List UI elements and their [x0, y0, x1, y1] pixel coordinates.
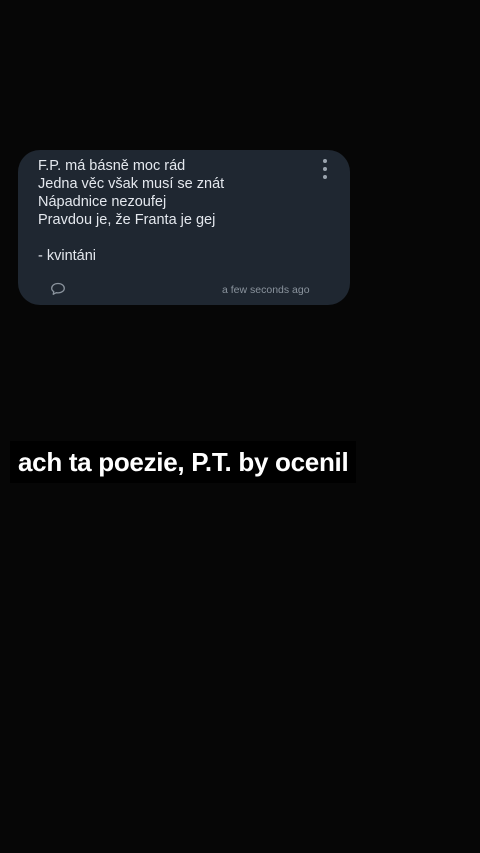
more-options-button[interactable]	[318, 159, 332, 179]
post-line: Jedna věc však musí se znát	[38, 176, 225, 192]
more-vertical-icon	[323, 175, 327, 179]
more-vertical-icon	[323, 159, 327, 163]
more-vertical-icon	[323, 167, 327, 171]
screen: F.P. má básně moc rád Jedna věc však mus…	[0, 0, 480, 853]
post-line: F.P. má básně moc rád	[38, 158, 186, 174]
post-signature: - kvintáni	[38, 248, 97, 264]
post-line-blank	[38, 229, 308, 247]
post-timestamp: a few seconds ago	[222, 284, 310, 296]
post-text: F.P. má básně moc rád Jedna věc však mus…	[38, 157, 308, 265]
comment-bubble-icon	[51, 282, 65, 295]
post-line: Nápadnice nezoufej	[38, 194, 167, 210]
comment-button[interactable]	[50, 282, 66, 296]
post-line: Pravdou je, že Franta je gej	[38, 212, 216, 228]
video-caption: ach ta poezie, P.T. by ocenil	[10, 441, 357, 483]
post-card: F.P. má básně moc rád Jedna věc však mus…	[18, 150, 350, 305]
